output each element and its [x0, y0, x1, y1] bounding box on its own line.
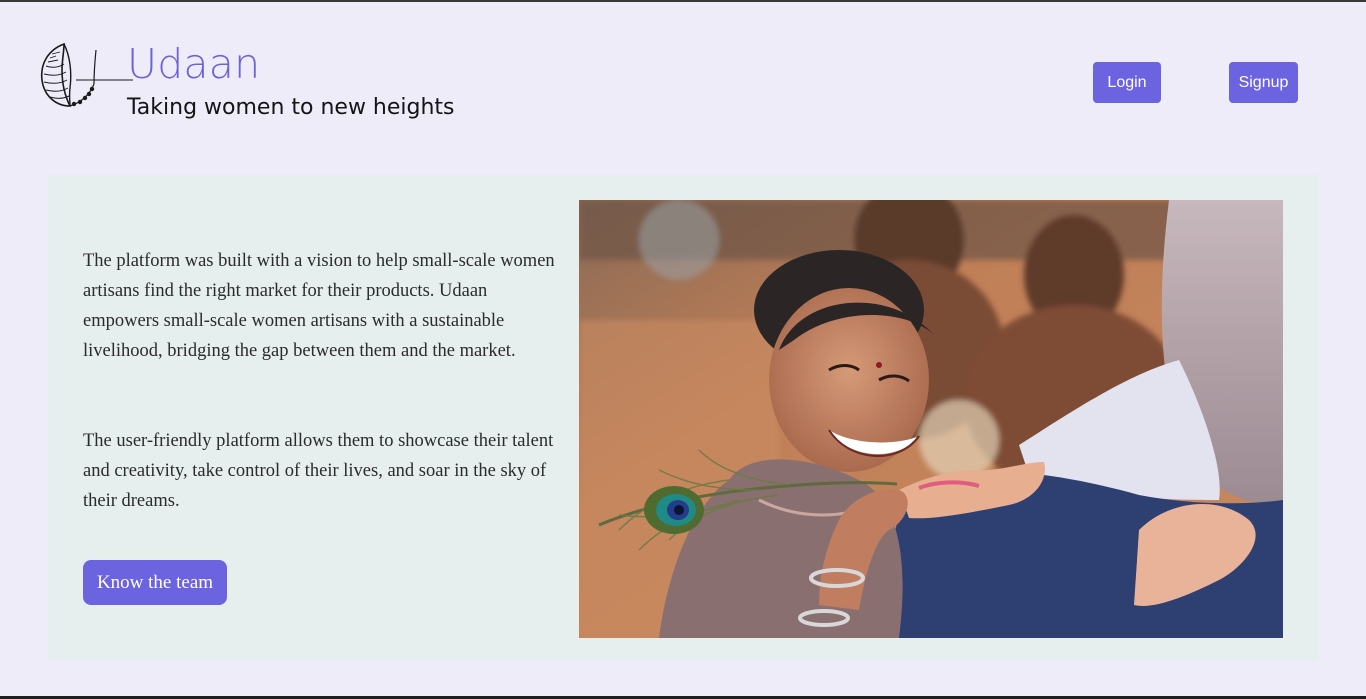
tagline: Taking women to new heights	[127, 95, 455, 120]
signup-button[interactable]: Signup	[1229, 62, 1298, 103]
about-card: The platform was built with a vision to …	[48, 174, 1318, 660]
udaan-logo-icon	[40, 42, 135, 110]
brand-name: Udaan	[127, 40, 261, 88]
know-the-team-button[interactable]: Know the team	[83, 560, 227, 605]
login-button[interactable]: Login	[1093, 62, 1161, 103]
about-paragraph-1: The platform was built with a vision to …	[83, 251, 555, 361]
window-top-border	[0, 0, 1366, 2]
hero-photo	[579, 200, 1283, 638]
about-paragraph-2: The user-friendly platform allows them t…	[83, 431, 554, 511]
